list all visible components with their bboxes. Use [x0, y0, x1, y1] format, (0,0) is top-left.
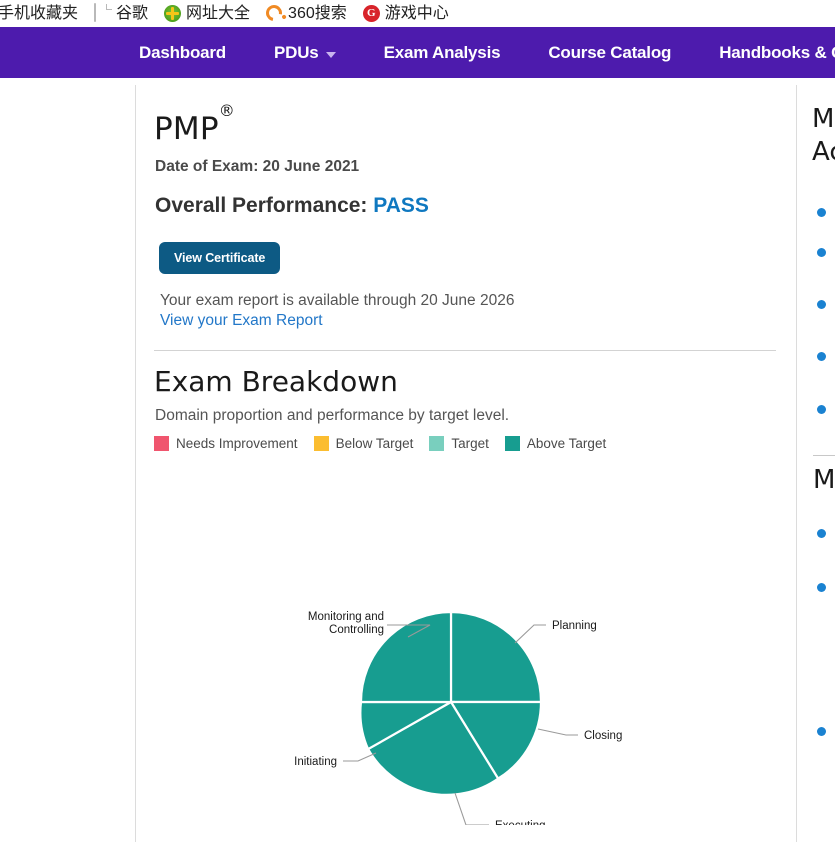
pie-slices	[360, 612, 541, 795]
nav-item-label: PDUs	[274, 43, 319, 63]
document-icon	[94, 5, 111, 22]
bookmark-label: 手机收藏夹	[0, 6, 78, 22]
registered-trademark-symbol: ®	[219, 101, 235, 120]
nav-item-exam-analysis[interactable]: Exam Analysis	[384, 43, 501, 63]
bookmark-mobile-favorites[interactable]: 手机收藏夹	[0, 6, 78, 22]
bookmark-label: 谷歌	[116, 6, 148, 22]
legend-swatch	[429, 436, 444, 451]
bookmark-360-search[interactable]: 360搜索	[266, 5, 347, 22]
nav-item-label: Dashboard	[139, 43, 226, 63]
bookmark-label: 游戏中心	[385, 6, 449, 22]
pie-label-executing: Executing	[495, 820, 546, 825]
view-exam-report-link[interactable]: View your Exam Report	[160, 312, 786, 330]
sidebar-heading: MAc	[812, 103, 835, 168]
legend-label: Target	[451, 436, 489, 451]
certification-card: PMP® Date of Exam: 20 June 2021 Overall …	[135, 85, 835, 842]
pie-label-planning: Planning	[552, 620, 597, 632]
sidebar-heading-line2: Ac	[812, 137, 835, 167]
legend-item-above-target[interactable]: Above Target	[505, 436, 606, 451]
exam-breakdown-pie-chart: Monitoring and Controlling Planning Clos…	[136, 495, 786, 825]
exam-breakdown-heading: Exam Breakdown	[154, 365, 786, 398]
leader-line-planning	[515, 625, 546, 643]
bookmark-label: 360搜索	[288, 6, 347, 22]
overall-performance-result: PASS	[373, 194, 429, 217]
nav-item-pdus[interactable]: PDUs	[274, 43, 336, 63]
bookmark-google[interactable]: 谷歌	[94, 5, 148, 22]
360-search-icon	[266, 5, 283, 22]
leader-line-executing	[455, 793, 489, 825]
chart-legend: Needs Improvement Below Target Target Ab…	[154, 436, 786, 451]
sidebar-heading-line1: M	[812, 104, 834, 134]
main-navigation-bar: Dashboard PDUs Exam Analysis Course Cata…	[0, 27, 835, 78]
overall-performance: Overall Performance: PASS	[155, 194, 786, 218]
sidebar-heading-2: M	[813, 465, 835, 495]
section-divider	[154, 350, 776, 351]
chevron-down-icon	[326, 52, 336, 58]
sidebar-divider	[813, 455, 835, 456]
legend-swatch	[314, 436, 329, 451]
nav-item-label: Course Catalog	[548, 43, 671, 63]
hao123-shield-icon	[164, 5, 181, 22]
nav-item-handbooks-guides[interactable]: Handbooks & Gu	[719, 43, 835, 63]
legend-swatch	[154, 436, 169, 451]
exam-breakdown-subtitle: Domain proportion and performance by tar…	[155, 407, 786, 425]
legend-swatch	[505, 436, 520, 451]
browser-bookmarks-bar: 手机收藏夹 谷歌 网址大全 360搜索 G 游戏中心	[0, 0, 835, 27]
nav-item-label: Exam Analysis	[384, 43, 501, 63]
legend-item-needs-improvement[interactable]: Needs Improvement	[154, 436, 298, 451]
exam-date: Date of Exam: 20 June 2021	[155, 158, 786, 176]
view-certificate-button[interactable]: View Certificate	[159, 242, 280, 274]
certification-details-column: PMP® Date of Exam: 20 June 2021 Overall …	[136, 85, 786, 451]
report-availability-text: Your exam report is available through 20…	[160, 292, 786, 310]
pie-label-monitoring-and-controlling-line1: Monitoring and	[308, 611, 384, 623]
legend-label: Above Target	[527, 436, 606, 451]
legend-item-below-target[interactable]: Below Target	[314, 436, 414, 451]
page-body: PMP® Date of Exam: 20 June 2021 Overall …	[0, 78, 835, 842]
page-title: PMP®	[154, 111, 786, 147]
certification-name: PMP	[154, 111, 219, 147]
nav-item-label: Handbooks & Gu	[719, 43, 835, 63]
bookmark-hao123[interactable]: 网址大全	[164, 5, 250, 22]
legend-item-target[interactable]: Target	[429, 436, 489, 451]
game-center-icon: G	[363, 5, 380, 22]
pie-label-monitoring-and-controlling-line2: Controlling	[329, 624, 384, 636]
pie-label-closing: Closing	[584, 730, 622, 742]
pie-slice-planning[interactable]	[451, 612, 541, 702]
bookmark-label: 网址大全	[186, 6, 250, 22]
sidebar-panel: MAc M	[796, 85, 835, 842]
pie-chart-svg: Monitoring and Controlling Planning Clos…	[136, 495, 786, 825]
bookmark-game-center[interactable]: G 游戏中心	[363, 5, 449, 22]
leader-line-closing	[538, 729, 578, 735]
legend-label: Needs Improvement	[176, 436, 298, 451]
nav-item-course-catalog[interactable]: Course Catalog	[548, 43, 671, 63]
nav-item-dashboard[interactable]: Dashboard	[139, 43, 226, 63]
legend-label: Below Target	[336, 436, 414, 451]
pie-label-initiating: Initiating	[294, 756, 337, 768]
overall-performance-label: Overall Performance:	[155, 194, 367, 217]
